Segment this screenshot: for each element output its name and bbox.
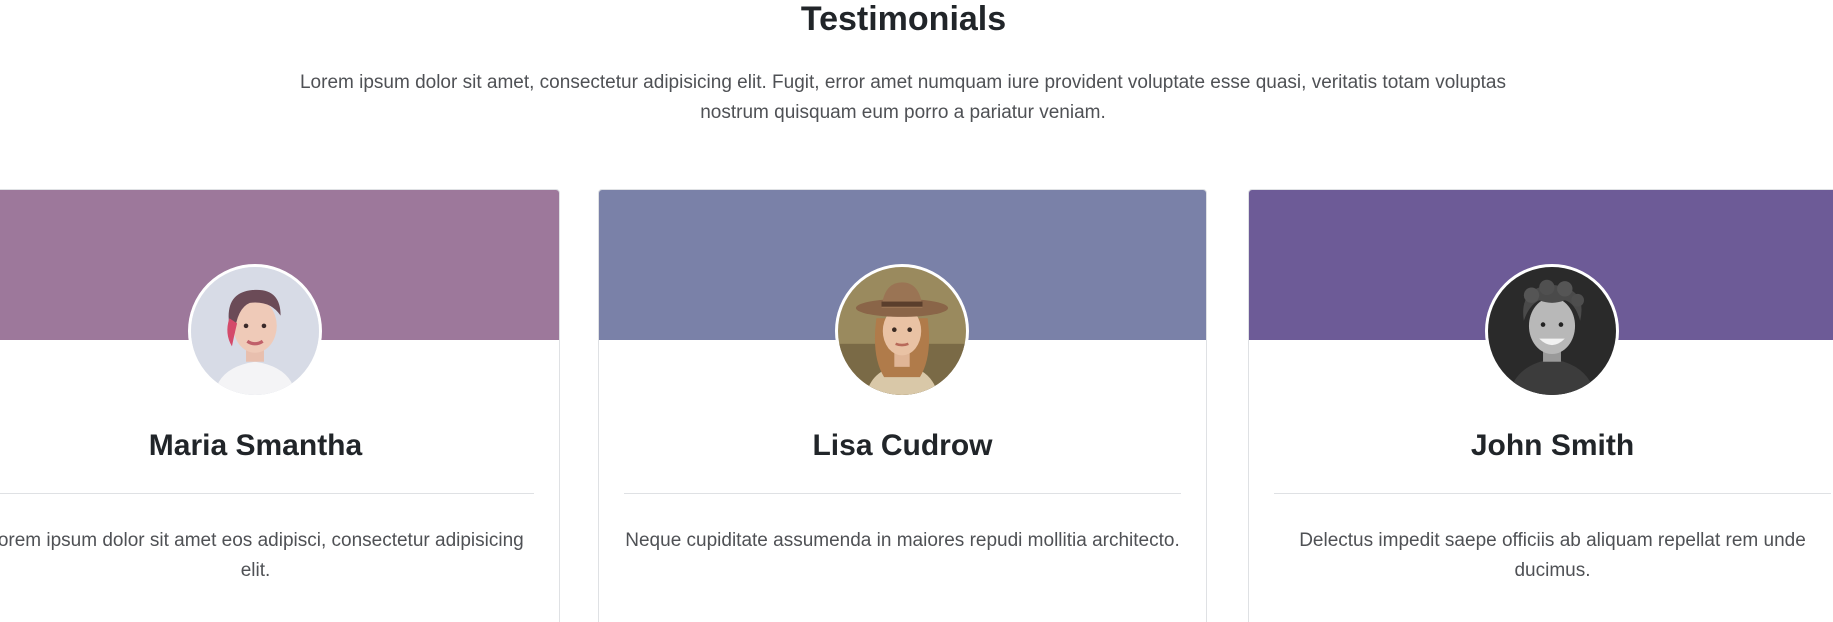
testimonial-card-lisa-cudrow: Lisa Cudrow Neque cupiditate assumenda i… [598,189,1207,622]
testimonial-name: John Smith [1470,429,1635,462]
avatar [1485,264,1619,398]
testimonial-card-maria-smantha: Maria Smantha Lorem ipsum dolor sit amet… [0,189,560,622]
testimonial-name: Maria Smantha [148,429,363,462]
man-curly-hair-avatar-icon [1488,267,1616,395]
testimonial-card-john-smith: John Smith Delectus impedit saepe offici… [1248,189,1833,622]
avatar [835,264,969,398]
section-intro: Lorem ipsum dolor sit amet, consectetur … [299,72,1506,123]
card-divider [624,493,1181,494]
testimonial-text: Lorem ipsum dolor sit amet eos adipisci,… [0,530,524,581]
avatar [188,264,322,398]
testimonial-text: Neque cupiditate assumenda in maiores re… [625,530,1180,551]
woman-short-hair-avatar-icon [191,267,319,395]
woman-hat-avatar-icon [838,267,966,395]
testimonials-page: Testimonials Lorem ipsum dolor sit amet,… [0,0,1833,622]
card-divider [1274,493,1831,494]
testimonial-text: Delectus impedit saepe officiis ab aliqu… [1299,530,1806,581]
section-title: Testimonials [800,0,1007,38]
card-divider [0,493,534,494]
testimonial-name: Lisa Cudrow [812,429,993,462]
